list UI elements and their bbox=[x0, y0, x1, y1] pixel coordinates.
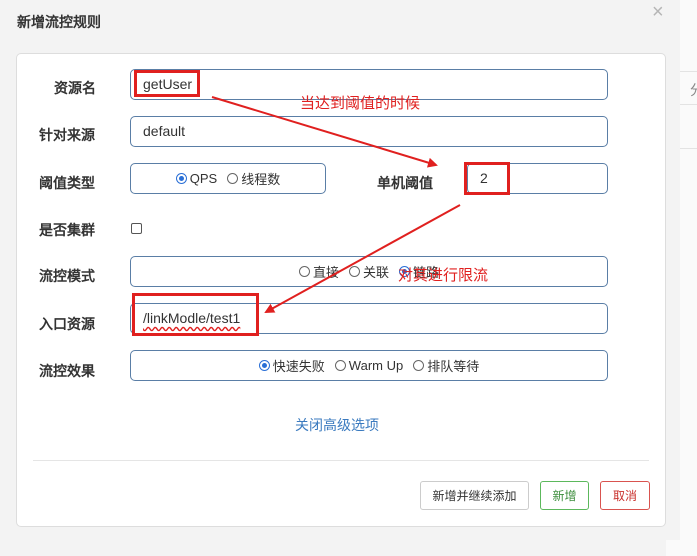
radio-option-warm-up[interactable]: Warm Up bbox=[334, 358, 404, 373]
limit-app-label: 针对来源 bbox=[39, 127, 95, 143]
close-icon[interactable]: × bbox=[652, 2, 664, 22]
annotation-box-entry bbox=[132, 293, 259, 336]
radio-unchecked-icon[interactable] bbox=[298, 266, 310, 277]
radio-label: 直接 bbox=[312, 265, 339, 280]
control-effect-radio-group: 快速失败 Warm Up 排队等待 bbox=[130, 350, 608, 381]
cancel-button[interactable]: 取消 bbox=[600, 481, 650, 510]
flow-rule-dialog: 新增流控规则 × 资源名 getUser 针对来源 default 阈值类型 Q… bbox=[0, 0, 680, 540]
background-text: 分 bbox=[690, 80, 697, 100]
radio-label: Warm Up bbox=[348, 358, 404, 373]
add-button[interactable]: 新增 bbox=[540, 481, 589, 510]
radio-checked-icon[interactable] bbox=[258, 360, 270, 371]
radio-unchecked-icon[interactable] bbox=[227, 173, 239, 184]
limit-app-input[interactable]: default bbox=[130, 116, 608, 147]
annotation-note-threshold: 当达到阈值的时候 bbox=[300, 95, 421, 112]
flow-mode-radio-group: 直接 关联 链路 bbox=[130, 256, 608, 287]
radio-unchecked-icon[interactable] bbox=[348, 266, 360, 277]
radio-label: 线程数 bbox=[241, 172, 281, 187]
threshold-type-label: 阈值类型 bbox=[39, 175, 95, 191]
radio-checked-icon[interactable] bbox=[175, 173, 187, 184]
flow-mode-label: 流控模式 bbox=[39, 268, 95, 284]
footer-divider bbox=[33, 460, 649, 461]
radio-option-fast-fail[interactable]: 快速失败 bbox=[258, 356, 325, 375]
radio-label: QPS bbox=[189, 171, 218, 186]
radio-label: 排队等待 bbox=[427, 359, 480, 374]
single-threshold-label: 单机阈值 bbox=[377, 175, 433, 191]
annotation-box-resource bbox=[134, 70, 200, 97]
radio-option-queue[interactable]: 排队等待 bbox=[413, 356, 479, 375]
add-and-continue-button[interactable]: 新增并继续添加 bbox=[420, 481, 529, 510]
cluster-label: 是否集群 bbox=[39, 222, 95, 238]
radio-label: 关联 bbox=[362, 265, 389, 280]
annotation-note-limit: 对其进行限流 bbox=[398, 267, 489, 284]
entry-resource-label: 入口资源 bbox=[39, 316, 95, 332]
radio-option-direct[interactable]: 直接 bbox=[298, 262, 339, 281]
radio-unchecked-icon[interactable] bbox=[334, 360, 346, 371]
annotation-box-threshold bbox=[464, 162, 510, 195]
dialog-title: 新增流控规则 bbox=[17, 14, 101, 30]
resource-name-label: 资源名 bbox=[54, 80, 96, 96]
radio-option-thread-count[interactable]: 线程数 bbox=[227, 169, 280, 188]
radio-unchecked-icon[interactable] bbox=[413, 360, 425, 371]
radio-option-qps[interactable]: QPS bbox=[175, 171, 218, 186]
control-effect-label: 流控效果 bbox=[39, 363, 95, 379]
cluster-checkbox[interactable] bbox=[131, 223, 142, 234]
toggle-advanced-link[interactable]: 关闭高级选项 bbox=[295, 415, 379, 435]
radio-option-relate[interactable]: 关联 bbox=[348, 262, 389, 281]
radio-label: 快速失败 bbox=[272, 359, 325, 374]
threshold-type-radio-group: QPS 线程数 bbox=[130, 163, 326, 194]
